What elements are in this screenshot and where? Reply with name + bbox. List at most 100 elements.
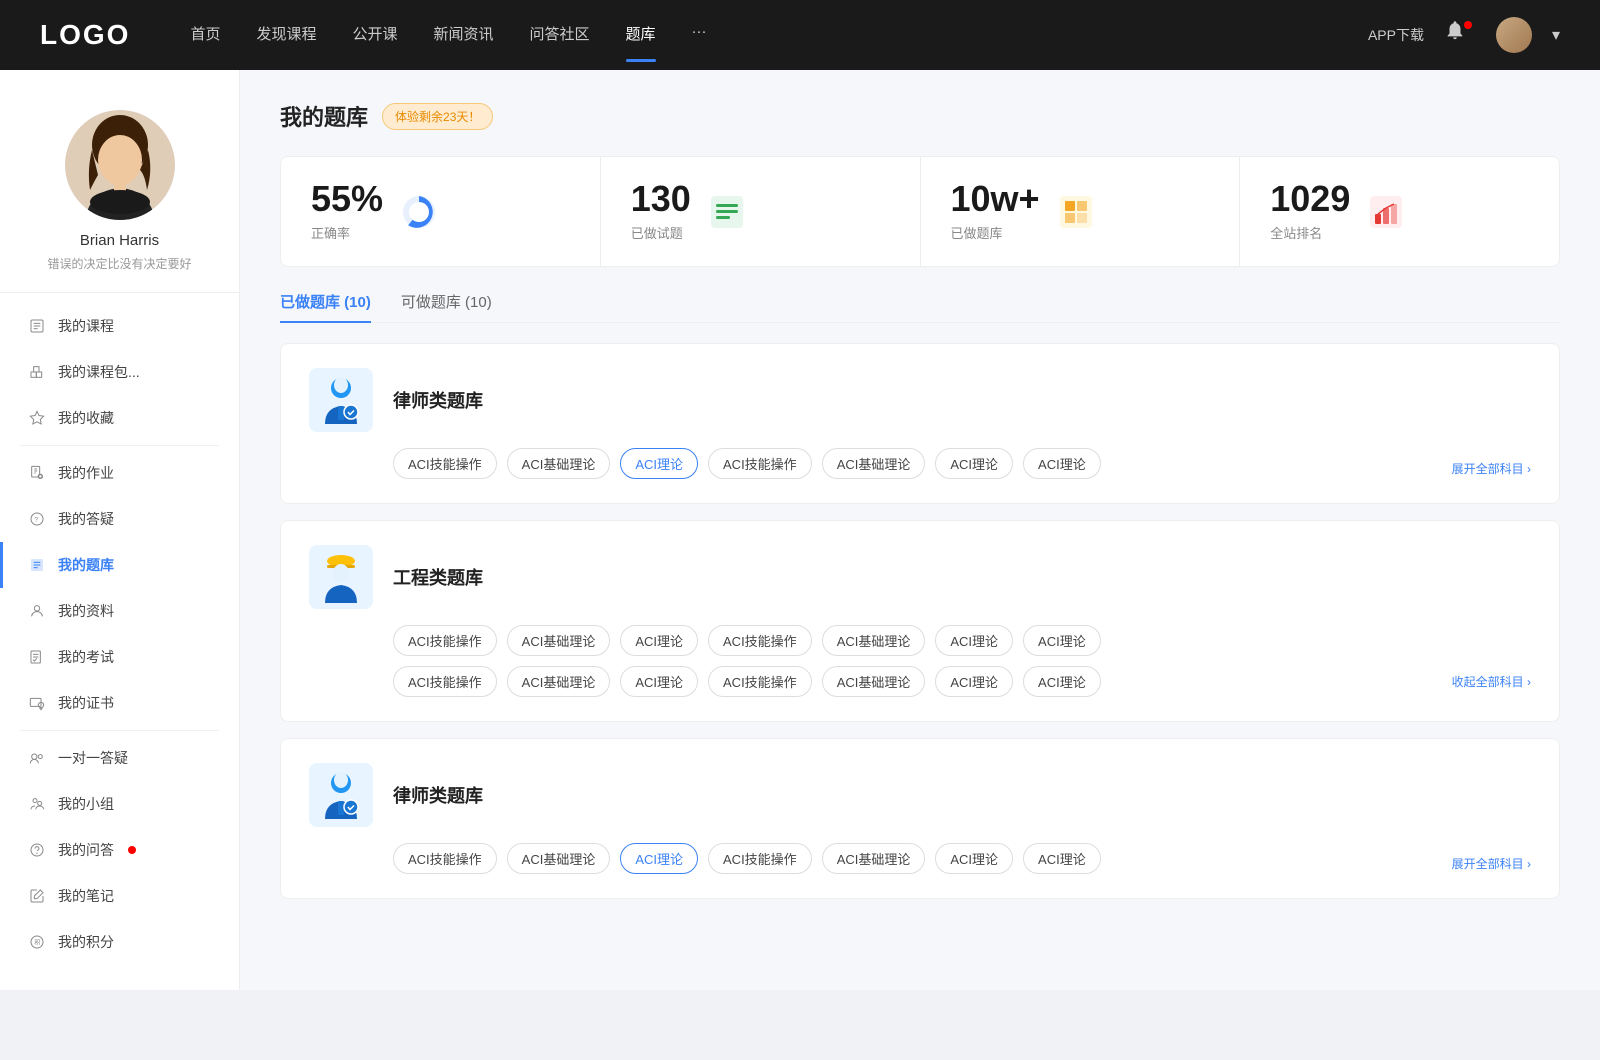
chevron-down-icon[interactable]: ▾ bbox=[1552, 25, 1560, 45]
tab-todo-banks[interactable]: 可做题库 (10) bbox=[401, 291, 492, 322]
tag-1-6[interactable]: ACI理论 bbox=[935, 448, 1013, 479]
courses-icon bbox=[28, 317, 46, 335]
sidebar-item-certs[interactable]: 我的证书 bbox=[0, 680, 239, 726]
bank-tags-3: ACI技能操作 ACI基础理论 ACI理论 ACI技能操作 ACI基础理论 AC… bbox=[393, 843, 1531, 874]
divider-1 bbox=[20, 445, 219, 446]
sidebar-item-qbank[interactable]: 我的题库 bbox=[0, 542, 239, 588]
bank-card-lawyer-1: 律师类题库 ACI技能操作 ACI基础理论 ACI理论 ACI技能操作 ACI基… bbox=[280, 343, 1560, 504]
sidebar-item-answers[interactable]: ? 我的答疑 bbox=[0, 496, 239, 542]
avatar[interactable] bbox=[1496, 17, 1532, 53]
sidebar-item-exams[interactable]: 我的考试 bbox=[0, 634, 239, 680]
sidebar-item-packages[interactable]: 我的课程包... bbox=[0, 349, 239, 395]
bank-card-header-1: 律师类题库 bbox=[309, 368, 1531, 432]
tag-2-5[interactable]: ACI基础理论 bbox=[822, 625, 926, 656]
sidebar-item-points[interactable]: 积 我的积分 bbox=[0, 919, 239, 965]
tag-3-4[interactable]: ACI技能操作 bbox=[708, 843, 812, 874]
notes-icon bbox=[28, 887, 46, 905]
stat-rank-value: 1029 bbox=[1270, 181, 1350, 217]
stat-rank-label: 全站排名 bbox=[1270, 223, 1350, 242]
tag-2-14[interactable]: ACI理论 bbox=[1023, 666, 1101, 697]
pie-chart bbox=[400, 193, 438, 231]
nav-qa[interactable]: 问答社区 bbox=[530, 23, 590, 48]
tag-3-2[interactable]: ACI基础理论 bbox=[507, 843, 611, 874]
sidebar-item-profile[interactable]: 我的资料 bbox=[0, 588, 239, 634]
tag-2-11[interactable]: ACI技能操作 bbox=[708, 666, 812, 697]
nav-question-bank[interactable]: 题库 bbox=[626, 23, 656, 48]
divider-2 bbox=[20, 730, 219, 731]
logo: LOGO bbox=[40, 19, 130, 51]
tag-2-12[interactable]: ACI基础理论 bbox=[822, 666, 926, 697]
sidebar-label-certs: 我的证书 bbox=[58, 693, 114, 713]
tag-3-5[interactable]: ACI基础理论 bbox=[822, 843, 926, 874]
bank-icon-lawyer-2 bbox=[309, 763, 373, 827]
sidebar-item-1on1[interactable]: 一对一答疑 bbox=[0, 735, 239, 781]
bell-icon bbox=[1444, 19, 1466, 41]
bank-tags-1: ACI技能操作 ACI基础理论 ACI理论 ACI技能操作 ACI基础理论 AC… bbox=[393, 448, 1531, 479]
qbank-icon bbox=[28, 556, 46, 574]
bank-card-lawyer-2: 律师类题库 ACI技能操作 ACI基础理论 ACI理论 ACI技能操作 ACI基… bbox=[280, 738, 1560, 899]
bank-tags-2-row1: ACI技能操作 ACI基础理论 ACI理论 ACI技能操作 ACI基础理论 AC… bbox=[393, 625, 1531, 656]
tag-1-2[interactable]: ACI基础理论 bbox=[507, 448, 611, 479]
nav-more[interactable]: ··· bbox=[692, 23, 707, 48]
tab-done-banks[interactable]: 已做题库 (10) bbox=[280, 291, 371, 322]
stat-accuracy-label: 正确率 bbox=[311, 223, 383, 242]
sidebar-item-notes[interactable]: 我的笔记 bbox=[0, 873, 239, 919]
banks-icon bbox=[1056, 192, 1096, 232]
tag-2-13[interactable]: ACI理论 bbox=[935, 666, 1013, 697]
tag-2-7[interactable]: ACI理论 bbox=[1023, 625, 1101, 656]
tag-2-2[interactable]: ACI基础理论 bbox=[507, 625, 611, 656]
tag-1-5[interactable]: ACI基础理论 bbox=[822, 448, 926, 479]
tag-1-7[interactable]: ACI理论 bbox=[1023, 448, 1101, 479]
tag-2-4[interactable]: ACI技能操作 bbox=[708, 625, 812, 656]
sidebar-label-answers: 我的答疑 bbox=[58, 509, 114, 529]
sidebar-item-courses[interactable]: 我的课程 bbox=[0, 303, 239, 349]
bank-icon-lawyer-1 bbox=[309, 368, 373, 432]
tag-3-1[interactable]: ACI技能操作 bbox=[393, 843, 497, 874]
tag-2-8[interactable]: ACI技能操作 bbox=[393, 666, 497, 697]
sidebar-item-groups[interactable]: 我的小组 bbox=[0, 781, 239, 827]
tag-3-3[interactable]: ACI理论 bbox=[620, 843, 698, 874]
tag-2-3[interactable]: ACI理论 bbox=[620, 625, 698, 656]
bank-card-header-3: 律师类题库 bbox=[309, 763, 1531, 827]
sidebar-menu: 我的课程 我的课程包... 我的收藏 我的作业 bbox=[0, 293, 239, 975]
expand-btn-1[interactable]: 展开全部科目 › bbox=[1452, 460, 1531, 477]
tag-2-10[interactable]: ACI理论 bbox=[620, 666, 698, 697]
bank-card-engineer: 工程类题库 ACI技能操作 ACI基础理论 ACI理论 ACI技能操作 ACI基… bbox=[280, 520, 1560, 722]
nav-news[interactable]: 新闻资讯 bbox=[434, 23, 494, 48]
tag-2-9[interactable]: ACI基础理论 bbox=[507, 666, 611, 697]
notification-dot bbox=[1464, 21, 1472, 29]
sidebar-label-favorites: 我的收藏 bbox=[58, 408, 114, 428]
trial-badge: 体验剩余23天！ bbox=[382, 103, 493, 130]
tag-3-6[interactable]: ACI理论 bbox=[935, 843, 1013, 874]
list-icon bbox=[709, 194, 745, 230]
tabs-row: 已做题库 (10) 可做题库 (10) bbox=[280, 291, 1560, 323]
tag-1-3[interactable]: ACI理论 bbox=[620, 448, 698, 479]
stats-row: 55% 正确率 130 已做试题 bbox=[280, 156, 1560, 267]
sidebar: Brian Harris 错误的决定比没有决定要好 我的课程 我的课程包... bbox=[0, 70, 240, 990]
ranking-icon bbox=[1366, 192, 1406, 232]
qa-badge bbox=[128, 846, 136, 854]
profile-icon bbox=[28, 602, 46, 620]
tag-3-7[interactable]: ACI理论 bbox=[1023, 843, 1101, 874]
nav-home[interactable]: 首页 bbox=[190, 23, 220, 48]
page-wrapper: Brian Harris 错误的决定比没有决定要好 我的课程 我的课程包... bbox=[0, 70, 1600, 990]
sidebar-item-homework[interactable]: 我的作业 bbox=[0, 450, 239, 496]
tag-1-4[interactable]: ACI技能操作 bbox=[708, 448, 812, 479]
expand-btn-3[interactable]: 展开全部科目 › bbox=[1452, 855, 1531, 872]
nav-open-course[interactable]: 公开课 bbox=[352, 23, 397, 48]
notification-bell[interactable] bbox=[1444, 19, 1476, 51]
points-icon: 积 bbox=[28, 933, 46, 951]
sidebar-item-myqa[interactable]: 我的问答 bbox=[0, 827, 239, 873]
groups-icon bbox=[28, 795, 46, 813]
tag-2-1[interactable]: ACI技能操作 bbox=[393, 625, 497, 656]
packages-icon bbox=[28, 363, 46, 381]
nav-right: APP下载 ▾ bbox=[1368, 17, 1560, 53]
sidebar-item-favorites[interactable]: 我的收藏 bbox=[0, 395, 239, 441]
sidebar-label-groups: 我的小组 bbox=[58, 794, 114, 814]
tag-2-6[interactable]: ACI理论 bbox=[935, 625, 1013, 656]
stat-done-banks: 10w+ 已做题库 bbox=[921, 157, 1241, 266]
tag-1-1[interactable]: ACI技能操作 bbox=[393, 448, 497, 479]
app-download-btn[interactable]: APP下载 bbox=[1368, 25, 1424, 45]
collapse-btn-2[interactable]: 收起全部科目 › bbox=[1452, 673, 1531, 690]
nav-discover[interactable]: 发现课程 bbox=[256, 23, 316, 48]
